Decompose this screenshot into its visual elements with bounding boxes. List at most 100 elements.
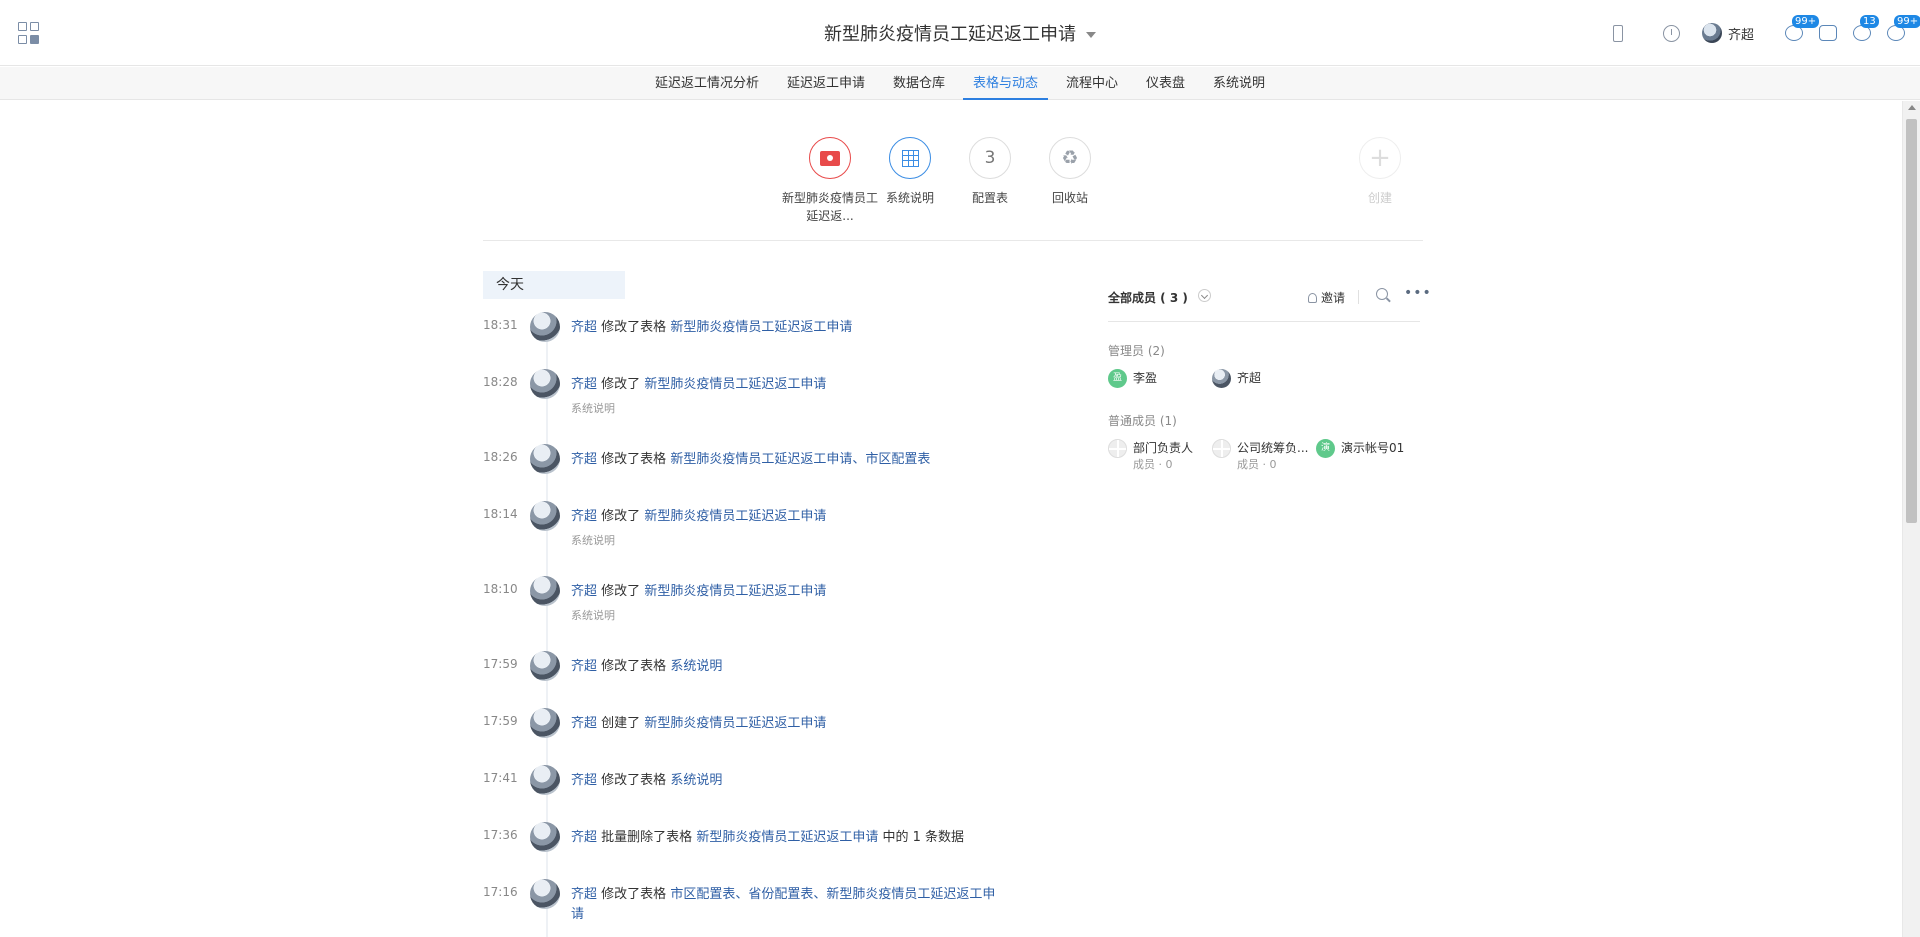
role-item[interactable]: 部门负责人 成员 · 0 [1108,439,1212,472]
activity-user[interactable]: 齐超 [571,716,597,731]
tile-main-sheet-circle [809,137,851,179]
activity-user[interactable]: 齐超 [571,452,597,467]
avatar[interactable] [530,708,560,738]
role-count: 成员 · 0 [1237,458,1277,471]
members-header: 全部成员 ( 3 ) 邀请 ••• [1108,282,1431,322]
notification-badge: 99+ [1894,15,1920,28]
activity-user[interactable]: 齐超 [571,584,597,599]
tab-system-notes[interactable]: 系统说明 [1203,67,1275,100]
tile-recycle-bin[interactable]: ♻ 回收站 [1020,137,1120,207]
avatar: 盈 [1108,369,1127,388]
activity-subtext: 系统说明 [571,402,615,415]
members-title[interactable]: 全部成员 ( 3 ) [1108,289,1188,306]
activity-target[interactable]: 新型肺炎疫情员工延迟返工申请 [644,716,826,731]
chevron-down-icon[interactable] [1198,289,1211,302]
role-avatar-icon [1212,439,1231,458]
invite-button[interactable]: 邀请 [1308,289,1345,306]
avatar[interactable] [530,651,560,681]
scroll-up-arrow-icon[interactable] [1908,105,1916,110]
activity-action: 修改了表格 [601,659,667,674]
user-menu[interactable]: 齐超 [1701,23,1754,43]
inbox-icon [1819,25,1837,41]
activity-time: 17:59 [483,657,518,671]
activity-text: 齐超 修改了 新型肺炎疫情员工延迟返工申请 [571,507,1011,527]
tab-workflow[interactable]: 流程中心 [1056,67,1128,100]
activity-action: 修改了 [601,584,641,599]
role-info: 公司统筹负... 成员 · 0 [1237,439,1308,472]
role-count: 成员 · 0 [1133,458,1173,471]
phone-icon[interactable] [1612,24,1623,42]
activity-user[interactable]: 齐超 [571,887,597,902]
avatar[interactable] [530,312,560,342]
scroll-thumb[interactable] [1906,119,1917,523]
role-item[interactable]: 公司统筹负... 成员 · 0 [1212,439,1316,472]
activity-user[interactable]: 齐超 [571,659,597,674]
members-panel: 全部成员 ( 3 ) 邀请 ••• 管理员 (2) 盈 李盈 齐超 普通成员 (… [1108,282,1431,472]
activity-target[interactable]: 新型肺炎疫情员工延迟返工申请、市区配置表 [670,452,930,467]
activity-text: 齐超 修改了表格 新型肺炎疫情员工延迟返工申请、市区配置表 [571,450,1011,470]
normal-member-list: 部门负责人 成员 · 0 公司统筹负... 成员 · 0 演 演示帐号01 [1108,439,1420,472]
invite-label: 邀请 [1321,291,1346,305]
activity-subtext: 系统说明 [571,534,615,547]
chevron-down-icon[interactable] [1086,32,1096,38]
tab-apply[interactable]: 延迟返工申请 [777,67,875,100]
member-name: 演示帐号01 [1341,441,1405,455]
top-header: 新型肺炎疫情员工延迟返工申请 齐超 99+ 13 99+ [0,0,1920,66]
tile-create[interactable]: + 创建 [1330,137,1430,207]
role-info: 部门负责人 成员 · 0 [1133,439,1193,472]
notification-button[interactable]: 99+ [1886,15,1920,43]
tab-data-warehouse[interactable]: 数据仓库 [883,67,955,100]
worksheet-tiles: 新型肺炎疫情员工延迟返... 系统说明 3 配置表 ♻ 回收站 + 创建 [780,137,1420,227]
clock-icon[interactable] [1662,24,1680,42]
tile-system-notes-circle [889,137,931,179]
tab-tables-activity[interactable]: 表格与动态 [962,67,1049,100]
activity-target[interactable]: 新型肺炎疫情员工延迟返工申请 [644,584,826,599]
avatar[interactable] [530,444,560,474]
activity-action: 修改了表格 [601,887,667,902]
activity-action: 修改了 [601,377,641,392]
task-button[interactable]: 13 [1852,15,1879,43]
admin-list: 盈 李盈 齐超 [1108,369,1420,388]
divider [483,240,1423,241]
activity-user[interactable]: 齐超 [571,830,597,845]
tab-analysis[interactable]: 延迟返工情况分析 [645,67,769,100]
activity-user[interactable]: 齐超 [571,320,597,335]
app-title-text[interactable]: 新型肺炎疫情员工延迟返工申请 [824,24,1076,45]
tab-dashboard[interactable]: 仪表盘 [1136,67,1195,100]
avatar: 演 [1316,439,1335,458]
activity-target[interactable]: 系统说明 [670,659,722,674]
page-scrollbar[interactable] [1902,101,1920,937]
search-icon[interactable] [1376,288,1388,300]
activity-action: 修改了 [601,509,641,524]
inbox-button[interactable] [1818,23,1838,43]
activity-target[interactable]: 新型肺炎疫情员工延迟返工申请 [670,320,852,335]
member-name: 李盈 [1133,371,1158,385]
avatar[interactable] [530,822,560,852]
role-name: 部门负责人 [1133,441,1194,455]
activity-target[interactable]: 系统说明 [670,773,722,788]
admin-group-label: 管理员 (2) [1108,344,1165,358]
activity-time: 17:16 [483,885,518,899]
tile-label: 创建 [1367,191,1392,205]
activity-target[interactable]: 新型肺炎疫情员工延迟返工申请 [644,509,826,524]
message-button[interactable]: 99+ [1784,15,1820,43]
activity-target[interactable]: 新型肺炎疫情员工延迟返工申请 [644,377,826,392]
more-icon[interactable]: ••• [1404,286,1432,300]
avatar[interactable] [530,879,560,909]
member-item[interactable]: 盈 李盈 [1108,369,1212,388]
divider [1358,290,1359,304]
user-name: 齐超 [1727,27,1754,43]
avatar[interactable] [530,501,560,531]
avatar[interactable] [530,765,560,795]
member-item[interactable]: 演 演示帐号01 [1316,439,1420,472]
activity-user[interactable]: 齐超 [571,377,597,392]
avatar[interactable] [530,576,560,606]
activity-user[interactable]: 齐超 [571,509,597,524]
activity-text: 齐超 修改了表格 新型肺炎疫情员工延迟返工申请 [571,318,1011,338]
activity-action: 创建了 [601,716,641,731]
activity-time: 18:14 [483,507,518,521]
activity-user[interactable]: 齐超 [571,773,597,788]
member-item[interactable]: 齐超 [1212,369,1316,388]
avatar[interactable] [530,369,560,399]
activity-target[interactable]: 新型肺炎疫情员工延迟返工申请 [696,830,878,845]
